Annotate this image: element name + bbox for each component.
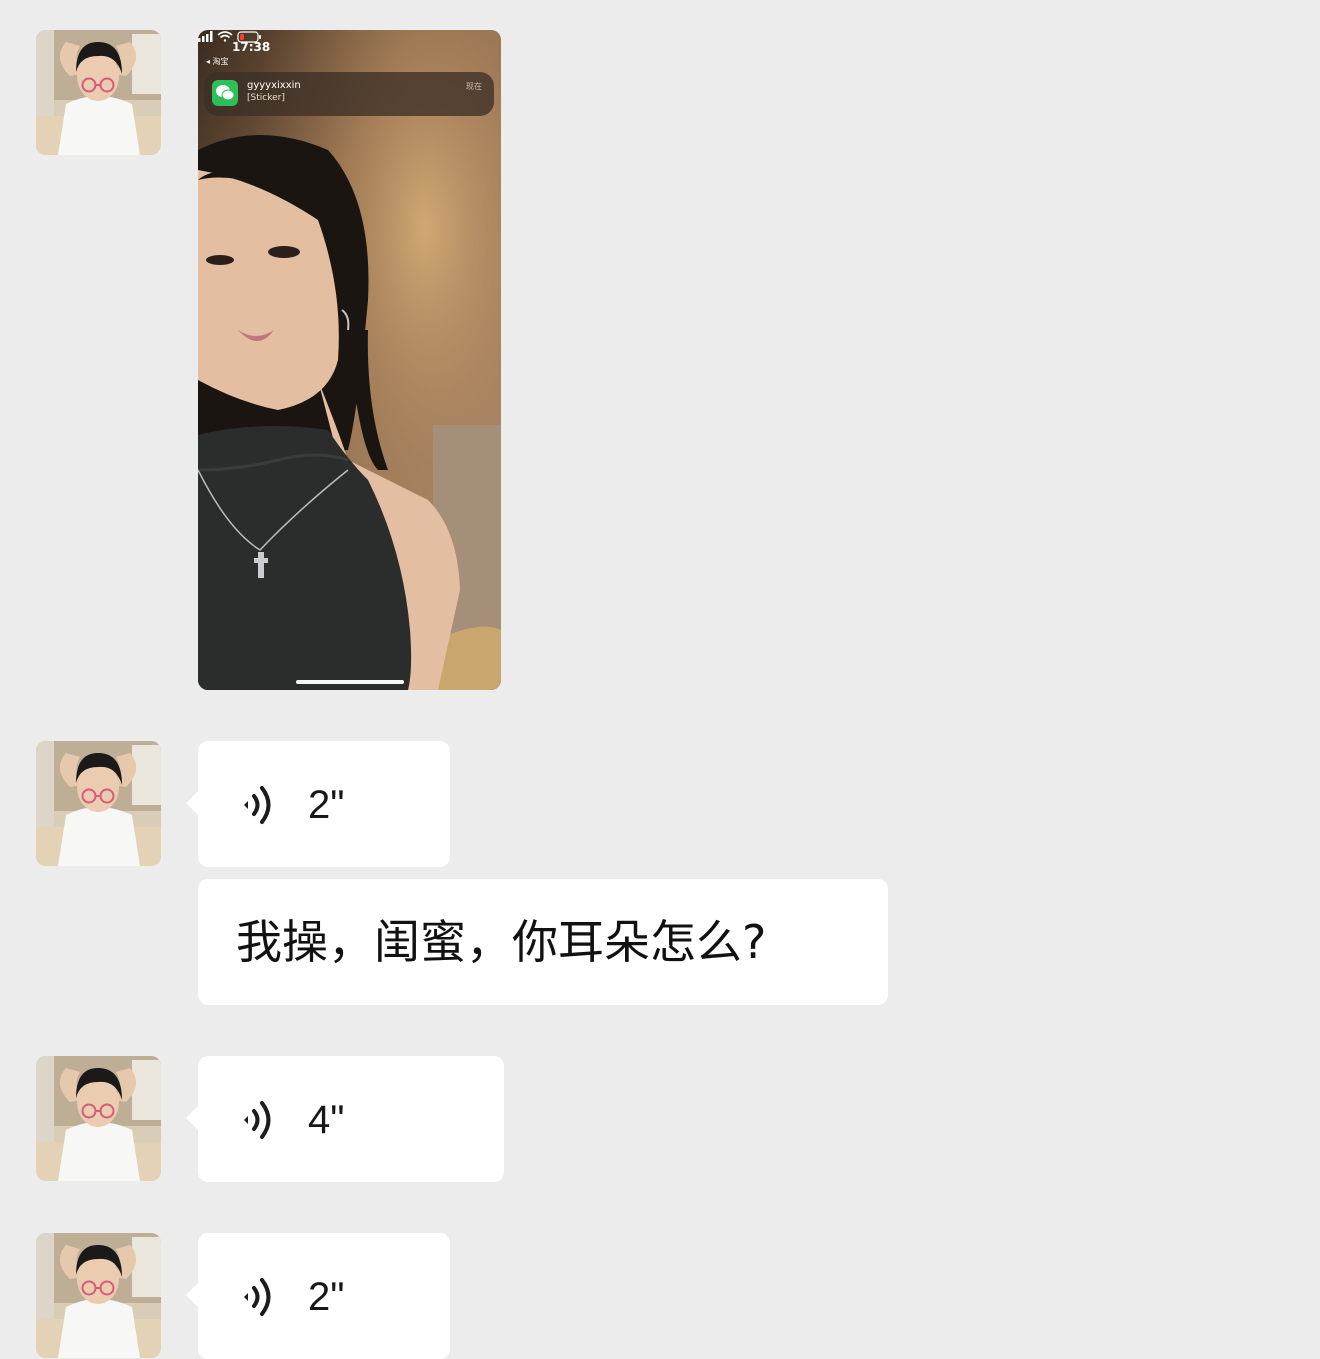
voice-wave-icon — [244, 786, 271, 824]
notification-body: [Sticker] — [247, 93, 285, 103]
voice-wave-icon — [244, 1101, 271, 1139]
notification-banner: gyyyxixxin [Sticker] 现在 — [204, 72, 494, 116]
voice-duration: 2" — [308, 783, 345, 827]
image-message[interactable]: 17:38 ◂ 淘宝 gyyyxixxin [Sticker] 现在 — [198, 30, 501, 690]
avatar[interactable] — [36, 741, 161, 866]
voice-message[interactable]: 2" — [186, 1233, 450, 1359]
bubble-tail — [186, 791, 198, 815]
photo — [198, 30, 501, 690]
wifi-icon — [217, 31, 233, 42]
avatar[interactable] — [36, 1233, 161, 1358]
back-to-app-label: ◂ 淘宝 — [206, 57, 229, 66]
notification-title: gyyyxixxin — [247, 80, 301, 91]
voice-wave-icon — [244, 1278, 271, 1316]
text-message[interactable]: 我操，闺蜜，你耳朵怎么? — [198, 879, 888, 1005]
notification-time: 现在 — [466, 82, 482, 91]
voice-message[interactable]: 2" — [186, 741, 450, 867]
signal-icon — [198, 31, 213, 42]
voice-duration: 4" — [308, 1098, 345, 1142]
message-text: 我操，闺蜜，你耳朵怎么? — [236, 915, 767, 969]
bubble-tail — [186, 1283, 198, 1307]
avatar[interactable] — [36, 1056, 161, 1181]
wechat-icon — [212, 80, 238, 106]
home-indicator — [296, 680, 404, 684]
voice-duration: 2" — [308, 1275, 345, 1319]
battery-icon — [237, 31, 261, 43]
bubble-tail — [186, 1106, 198, 1130]
avatar[interactable] — [36, 30, 161, 155]
status-icons — [198, 31, 261, 43]
voice-message[interactable]: 4" — [186, 1056, 504, 1182]
